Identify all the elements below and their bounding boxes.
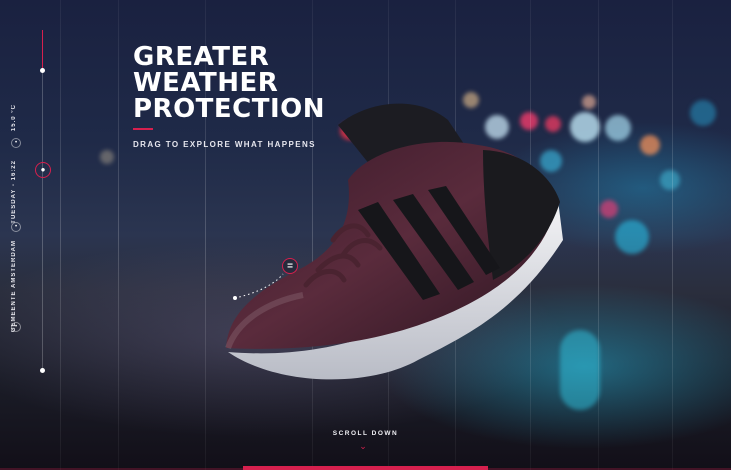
rain-streak bbox=[598, 0, 599, 470]
rail-line bbox=[42, 70, 43, 370]
location-label: GEMEENTE AMSTERDAM bbox=[11, 240, 17, 333]
accent-divider bbox=[133, 128, 153, 130]
scroll-down-link[interactable]: SCROLL DOWN bbox=[0, 430, 731, 437]
bokeh-light bbox=[690, 100, 716, 126]
bokeh-light bbox=[640, 135, 660, 155]
bokeh-light bbox=[600, 200, 618, 218]
page-title: GREATER WEATHER PROTECTION bbox=[133, 44, 325, 122]
rail-dot bbox=[40, 68, 45, 73]
rain-streak bbox=[672, 0, 673, 470]
temperature-label: 15.0 °C bbox=[11, 104, 17, 132]
drag-instruction: DRAG TO EXPLORE WHAT HAPPENS bbox=[133, 140, 316, 149]
bokeh-light bbox=[100, 150, 114, 164]
chevron-down-icon[interactable]: ⌄ bbox=[357, 441, 369, 451]
hero-stage[interactable]: ● • 15.0 °C • TUESDAY - 16:22 • GEMEENTE… bbox=[0, 0, 731, 470]
rain-streak bbox=[60, 0, 61, 470]
bokeh-light bbox=[615, 220, 649, 254]
headline-line: PROTECTION bbox=[133, 94, 326, 124]
thermometer-icon: • bbox=[11, 138, 21, 148]
rail-dot bbox=[40, 368, 45, 373]
hotspot-connector bbox=[233, 273, 284, 300]
headline-line: WEATHER bbox=[133, 68, 279, 98]
progress-bar bbox=[243, 466, 488, 470]
date-time-label: TUESDAY - 16:22 bbox=[11, 160, 17, 224]
sneaker-image[interactable] bbox=[218, 90, 578, 390]
bokeh-light bbox=[605, 115, 631, 141]
rail-accent bbox=[42, 30, 43, 70]
bokeh-light bbox=[582, 95, 596, 109]
headline-line: GREATER bbox=[133, 42, 270, 72]
raindrop-icon[interactable]: ● bbox=[35, 162, 51, 178]
feature-hotspot-button[interactable]: = bbox=[282, 258, 298, 274]
rain-streak bbox=[118, 0, 119, 470]
bokeh-light bbox=[660, 170, 680, 190]
